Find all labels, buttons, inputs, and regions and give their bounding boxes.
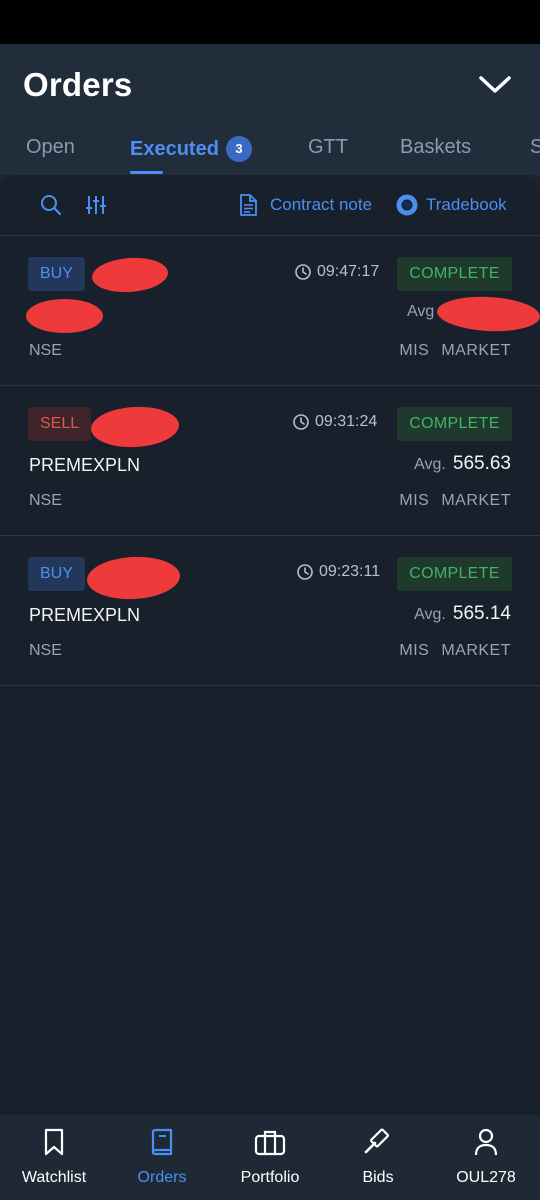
order-row[interactable]: BUY 09:23:11 COMPLETE PREMEXPLN Avg. 565.… [0, 535, 540, 686]
redaction-mark [26, 299, 103, 333]
nav-watchlist[interactable]: Watchlist [0, 1115, 108, 1200]
nav-portfolio-label: Portfolio [240, 1169, 300, 1186]
redaction-mark [85, 554, 182, 602]
order-avg-price: Avg [407, 303, 434, 321]
order-time-value: 09:47:17 [317, 263, 380, 280]
order-type: MARKET [441, 492, 511, 509]
user-icon [474, 1128, 498, 1156]
order-side-badge: BUY [28, 257, 85, 291]
nav-bids-label: Bids [362, 1169, 394, 1186]
order-status-badge: COMPLETE [397, 557, 512, 591]
collapse-button[interactable] [474, 66, 516, 104]
redaction-mark [436, 294, 540, 334]
order-product: MIS [399, 492, 430, 509]
tradebook-link[interactable]: Tradebook [396, 194, 507, 216]
search-icon [41, 195, 62, 216]
avg-label: Avg. [414, 456, 446, 473]
tradebook-ring-icon [396, 194, 418, 216]
page-title: Orders [23, 66, 133, 103]
nav-watchlist-label: Watchlist [21, 1169, 87, 1186]
order-time-value: 09:23:11 [319, 563, 381, 580]
order-tabs: Open Executed 3 GTT Baskets S [0, 128, 540, 175]
filter-button[interactable] [84, 193, 108, 217]
document-icon [240, 194, 257, 216]
order-side-badge: SELL [28, 407, 92, 441]
clock-icon [293, 414, 309, 430]
clock-icon [295, 264, 311, 280]
avg-value: 565.14 [452, 603, 511, 624]
nav-bids[interactable]: Bids [324, 1115, 432, 1200]
order-exchange: NSE [29, 642, 62, 659]
orders-header: Orders Open Executed 3 GTT Baskets S [0, 44, 540, 175]
redaction-mark [90, 255, 170, 295]
order-product-type: MIS MARKET [399, 492, 511, 510]
tab-executed[interactable]: Executed 3 [130, 136, 252, 162]
orders-toolbar: Contract note Tradebook [0, 175, 540, 236]
order-side-badge: BUY [28, 557, 85, 591]
order-time: 09:31:24 [292, 413, 377, 431]
nav-portfolio[interactable]: Portfolio [216, 1115, 324, 1200]
tab-partial[interactable]: S [530, 136, 540, 159]
active-tab-indicator [130, 171, 163, 174]
tradebook-label: Tradebook [426, 195, 507, 214]
search-button[interactable] [39, 193, 63, 217]
redaction-mark [90, 404, 180, 450]
bottom-navigation: Watchlist Orders Portfolio Bids OUL278 [0, 1115, 540, 1200]
executed-count-badge: 3 [225, 136, 252, 162]
status-bar [0, 0, 540, 44]
chevron-down-icon [479, 76, 511, 93]
order-product-type: MIS MARKET [399, 642, 511, 660]
order-row[interactable]: BUY 09:47:17 COMPLETE Avg NSE MIS MARKET [0, 235, 540, 386]
bookmark-icon [44, 1128, 64, 1156]
briefcase-icon [254, 1130, 286, 1156]
order-product: MIS [399, 642, 430, 659]
nav-orders[interactable]: Orders [108, 1115, 216, 1200]
order-product-type: MIS MARKET [399, 342, 511, 360]
nav-account-label: OUL278 [456, 1169, 516, 1186]
order-product: MIS [399, 342, 430, 359]
order-row[interactable]: SELL 09:31:24 COMPLETE PREMEXPLN Avg. 565… [0, 385, 540, 536]
order-status-badge: COMPLETE [397, 257, 512, 291]
order-status-badge: COMPLETE [397, 407, 512, 441]
contract-note-link[interactable]: Contract note [238, 194, 372, 216]
avg-label: Avg. [414, 606, 446, 623]
book-icon [151, 1128, 173, 1156]
contract-note-label: Contract note [270, 195, 373, 214]
filter-sliders-icon [86, 196, 106, 214]
clock-icon [297, 564, 313, 580]
order-avg-price: Avg. 565.14 [414, 603, 511, 625]
order-type: MARKET [441, 342, 511, 359]
gavel-icon [364, 1128, 390, 1154]
order-symbol: PREMEXPLN [29, 455, 141, 475]
order-time: 09:47:17 [294, 263, 379, 281]
orders-panel: Contract note Tradebook BUY 09:47:17 COM… [0, 175, 540, 1115]
nav-account[interactable]: OUL278 [432, 1115, 540, 1200]
tab-baskets[interactable]: Baskets [400, 136, 471, 159]
order-exchange: NSE [29, 342, 62, 359]
tab-executed-label: Executed [130, 138, 219, 160]
nav-orders-label: Orders [137, 1169, 187, 1186]
order-avg-price: Avg. 565.63 [414, 453, 511, 475]
tab-open[interactable]: Open [26, 136, 75, 159]
order-type: MARKET [441, 642, 511, 659]
order-time: 09:23:11 [296, 563, 380, 581]
order-symbol: PREMEXPLN [29, 605, 141, 625]
order-time-value: 09:31:24 [315, 413, 378, 430]
avg-label: Avg [407, 303, 435, 320]
order-exchange: NSE [29, 492, 62, 509]
avg-value: 565.63 [452, 453, 511, 474]
tab-gtt[interactable]: GTT [308, 136, 348, 159]
